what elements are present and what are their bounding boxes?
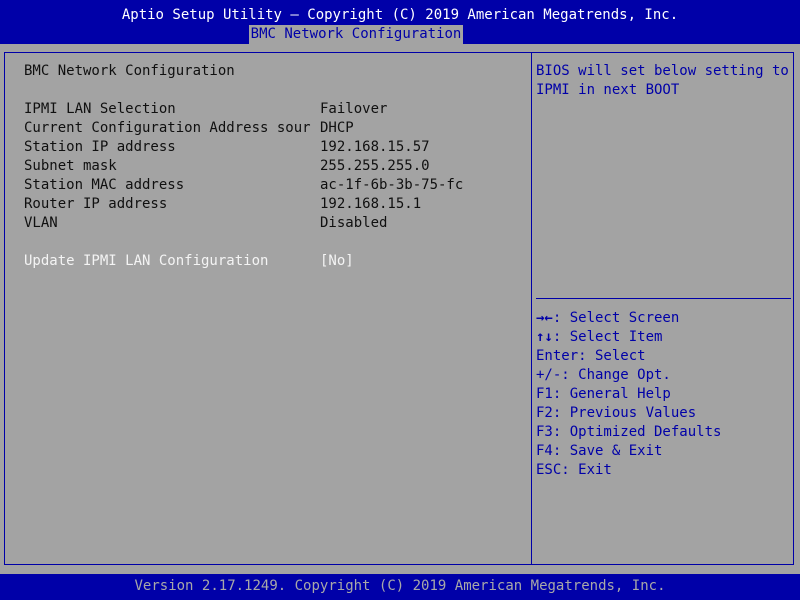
setting-label-vlan: VLAN [24,215,58,231]
key-hint-esc: ESC: Exit [536,462,612,478]
key-hint-change-opt: +/-: Change Opt. [536,367,671,383]
setting-value-vlan: Disabled [320,215,388,231]
setting-label-station-ip: Station IP address [24,139,176,155]
setting-value-router-ip: 192.168.15.1 [320,196,422,212]
setting-label-subnet-mask: Subnet mask [24,158,117,174]
key-hint-f1: F1: General Help [536,386,671,402]
setting-value-subnet-mask: 255.255.255.0 [320,158,430,174]
key-hint-select-item: ↑↓: Select Item [536,328,662,347]
update-ipmi-lan-option[interactable]: [No] [320,252,354,271]
setting-label-ipmi-lan-selection: IPMI LAN Selection [24,101,176,117]
key-hint-enter: Enter: Select [536,348,646,364]
setting-value-config-address-source: DHCP [320,120,354,136]
section-title: BMC Network Configuration [24,63,235,79]
arrows-up-down-icon: ↑↓ [536,329,553,345]
footer-bar: Version 2.17.1249. Copyright (C) 2019 Am… [0,574,800,600]
setting-value-station-ip: 192.168.15.57 [320,139,430,155]
update-ipmi-lan-label[interactable]: Update IPMI LAN Configuration [24,252,268,271]
setting-value-station-mac: ac-1f-6b-3b-75-fc [320,177,464,193]
setting-label-station-mac: Station MAC address [24,177,185,193]
help-text-line-2: IPMI in next BOOT [536,82,680,98]
setting-label-router-ip: Router IP address [24,196,168,212]
setting-value-ipmi-lan-selection: Failover [320,101,388,117]
version-text: Version 2.17.1249. Copyright (C) 2019 Am… [134,578,666,594]
help-divider [536,298,791,299]
panel-divider [531,52,532,565]
arrows-left-right-icon: →← [536,310,553,326]
help-text-line-1: BIOS will set below setting to [536,63,789,79]
key-hint-desc: : Select Item [552,329,663,345]
key-hint-f3: F3: Optimized Defaults [536,424,722,440]
key-hint-select-screen: →←: Select Screen [536,309,679,328]
tab-bmc-network-configuration[interactable]: BMC Network Configuration [249,25,463,44]
key-hint-desc: : Select Screen [552,310,680,326]
title-bar: Aptio Setup Utility – Copyright (C) 2019… [0,0,800,44]
key-hint-f2: F2: Previous Values [536,405,697,421]
key-hint-f4: F4: Save & Exit [536,443,663,459]
app-title: Aptio Setup Utility – Copyright (C) 2019… [121,7,679,23]
setting-label-config-address-source: Current Configuration Address sour [24,120,311,136]
